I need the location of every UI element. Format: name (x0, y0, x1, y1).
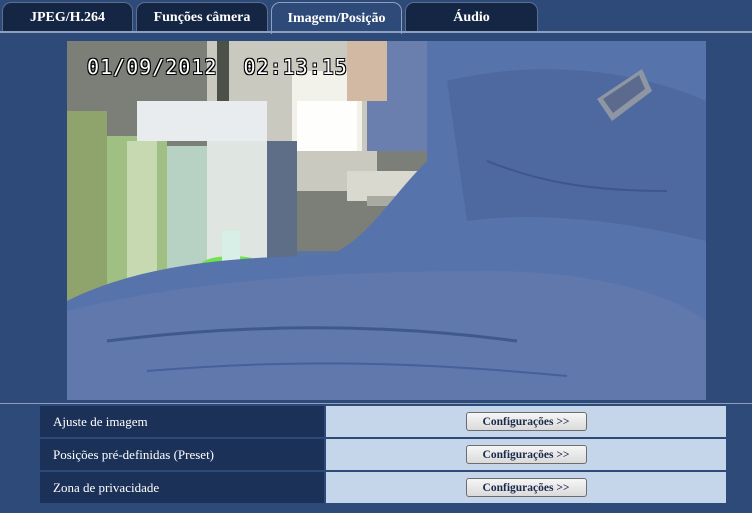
tab-label: Funções câmera (153, 9, 251, 25)
tab-image-position[interactable]: Imagem/Posição (271, 2, 402, 34)
settings-table: Ajuste de imagem Configurações >> Posiçõ… (40, 406, 726, 505)
tab-label: Áudio (453, 9, 490, 25)
privacy-zone-config-button[interactable]: Configurações >> (465, 478, 587, 497)
tab-camera-functions[interactable]: Funções câmera (136, 2, 268, 32)
row-value: Configurações >> (326, 439, 726, 470)
camera-scene (67, 41, 706, 400)
osd-date: 01/09/2012 (87, 55, 218, 79)
tab-bar: JPEG/H.264 Funções câmera Imagem/Posição… (0, 0, 752, 34)
tab-audio[interactable]: Áudio (405, 2, 538, 32)
row-value: Configurações >> (326, 406, 726, 437)
tab-label: Imagem/Posição (287, 10, 386, 26)
page-root: JPEG/H.264 Funções câmera Imagem/Posição… (0, 0, 752, 513)
settings-row-preset: Posições pré-definidas (Preset) Configur… (40, 439, 726, 470)
settings-row-privacy-zone: Zona de privacidade Configurações >> (40, 472, 726, 503)
camera-live-view: 01/09/2012 02:13:15 (67, 41, 706, 400)
row-value: Configurações >> (326, 472, 726, 503)
preset-config-button[interactable]: Configurações >> (465, 445, 587, 464)
settings-row-image-adjust: Ajuste de imagem Configurações >> (40, 406, 726, 437)
row-label: Ajuste de imagem (40, 406, 324, 437)
tab-divider (0, 31, 752, 33)
tab-label: JPEG/H.264 (29, 9, 106, 25)
camera-osd-timestamp: 01/09/2012 02:13:15 (87, 55, 348, 79)
image-adjust-config-button[interactable]: Configurações >> (465, 412, 587, 431)
section-divider (0, 403, 752, 404)
row-label: Zona de privacidade (40, 472, 324, 503)
osd-time: 02:13:15 (243, 55, 348, 79)
row-label: Posições pré-definidas (Preset) (40, 439, 324, 470)
tab-jpeg-h264[interactable]: JPEG/H.264 (2, 2, 133, 32)
